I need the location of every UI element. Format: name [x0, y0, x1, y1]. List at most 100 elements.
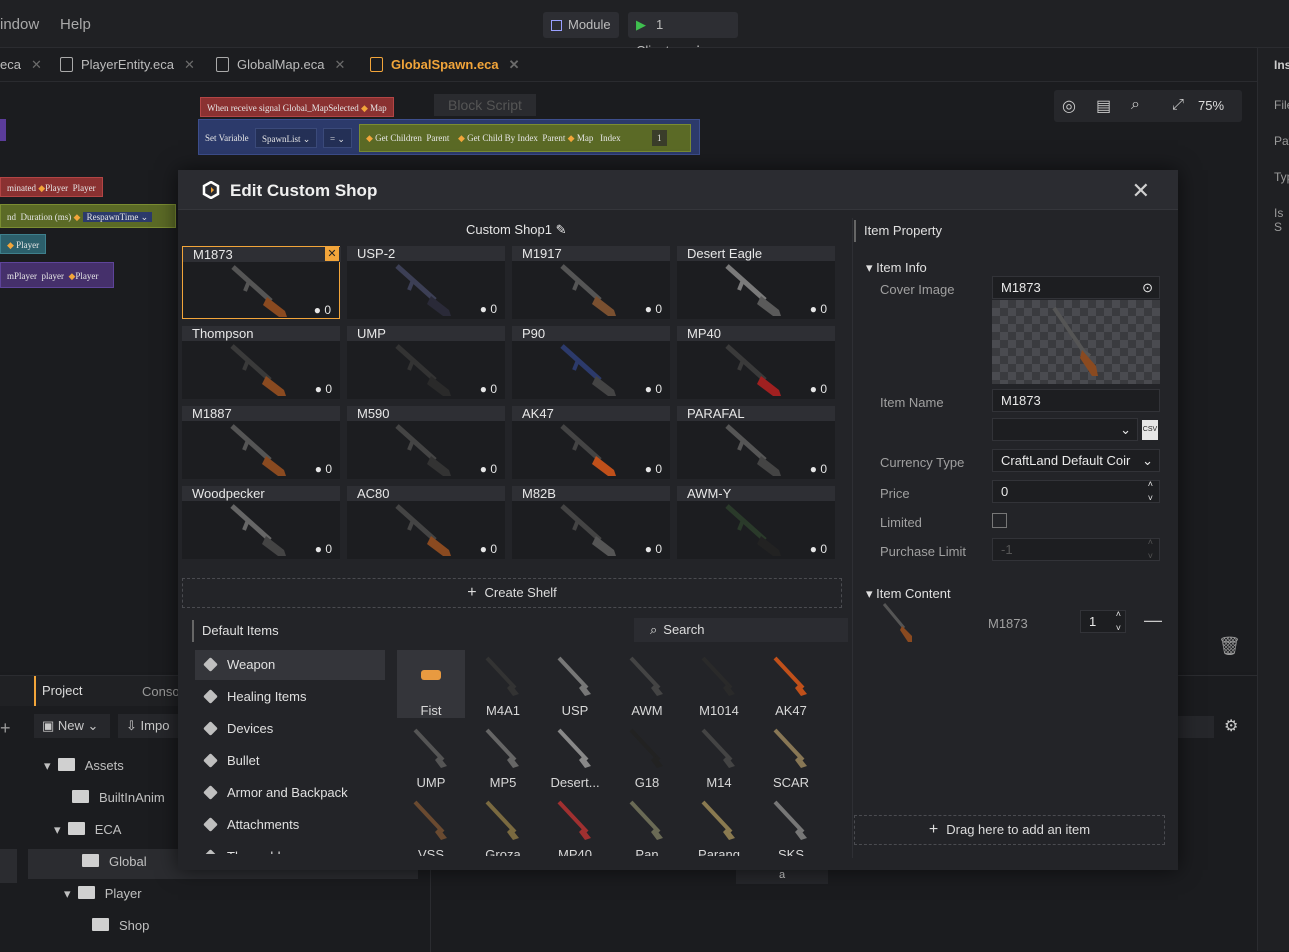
import-button[interactable]: ⇩ Impo: [118, 714, 178, 738]
index-value[interactable]: 1: [652, 130, 667, 146]
category-item[interactable]: Attachments: [195, 810, 385, 840]
target-icon[interactable]: ⊙: [1142, 277, 1153, 298]
respawn-select[interactable]: RespawnTime ⌄: [82, 212, 153, 222]
purchase-limit-input[interactable]: -1 ˄ ˅: [992, 535, 1160, 563]
close-icon[interactable]: ✕: [509, 57, 520, 72]
tree-item-shop[interactable]: Shop: [92, 918, 149, 933]
operator-select[interactable]: = ⌄: [323, 128, 352, 148]
remove-icon[interactable]: ✕: [325, 247, 339, 261]
default-item[interactable]: Pan: [613, 794, 681, 856]
shelf-item-card[interactable]: PARAFAL ● 0: [677, 406, 835, 479]
default-item[interactable]: AK47: [757, 650, 825, 718]
content-quantity-input[interactable]: 1 ˄ ˅: [1080, 607, 1126, 635]
close-icon[interactable]: ✕: [1132, 178, 1150, 204]
shop-name[interactable]: Custom Shop1 ✎: [466, 222, 567, 238]
shelf-item-card[interactable]: MP40 ● 0: [677, 326, 835, 399]
new-button[interactable]: ▣ New ⌄: [34, 714, 110, 738]
limited-checkbox[interactable]: [992, 513, 1007, 528]
gear-icon[interactable]: ⚙: [1224, 716, 1238, 736]
category-item[interactable]: Armor and Backpack: [195, 778, 385, 808]
name-select[interactable]: ⌄: [992, 418, 1138, 441]
shelf-item-card[interactable]: M1873 ● 0 ✕: [182, 246, 341, 319]
cover-image-field[interactable]: M1873 ⊙: [992, 276, 1160, 299]
drag-add-item-zone[interactable]: + Drag here to add an item: [854, 815, 1165, 845]
shelf-item-card[interactable]: M590 ● 0: [347, 406, 505, 479]
client-dropdown[interactable]: ▶1 Client⌄⋮: [628, 12, 738, 58]
close-icon[interactable]: ✕: [31, 57, 42, 72]
tab-globalmap[interactable]: GlobalMap.eca ✕: [216, 48, 345, 82]
shelf-item-card[interactable]: USP-2 ● 0: [347, 246, 505, 319]
category-item[interactable]: Healing Items: [195, 682, 385, 712]
default-item[interactable]: AWM: [613, 650, 681, 718]
tree-item-player[interactable]: ▾ Player: [64, 886, 142, 902]
module-button[interactable]: Module: [543, 12, 619, 38]
shelf-item-card[interactable]: AWM-Y ● 0: [677, 486, 835, 559]
event-block[interactable]: When receive signal Global_MapSelected ◆…: [200, 97, 394, 117]
set-variable-block[interactable]: Set Variable SpawnList ⌄ = ⌄ ◆ Get Child…: [198, 119, 700, 155]
tab-globalspawn[interactable]: GlobalSpawn.eca ✕: [370, 48, 520, 82]
default-item[interactable]: VSS: [397, 794, 465, 856]
tree-item-builtinanim[interactable]: BuiltInAnim: [72, 790, 165, 805]
default-item[interactable]: G18: [613, 722, 681, 790]
tree-item-eca[interactable]: ▾ ECA: [54, 822, 121, 838]
shelf-item-card[interactable]: M82B ● 0: [512, 486, 670, 559]
search-input[interactable]: ⌕ Search: [634, 618, 848, 642]
tab-console[interactable]: Conso: [142, 684, 180, 699]
default-item[interactable]: SCAR: [757, 722, 825, 790]
tree-item-global[interactable]: Global: [82, 854, 147, 869]
csv-icon[interactable]: CSV: [1142, 420, 1158, 440]
create-shelf-button[interactable]: + Create Shelf: [182, 578, 842, 608]
shelf-item-card[interactable]: Desert Eagle ● 0: [677, 246, 835, 319]
default-item[interactable]: Fist: [397, 650, 465, 718]
default-item[interactable]: Desert...: [541, 722, 609, 790]
zoom-level[interactable]: 75%: [1198, 98, 1224, 113]
player-var-block[interactable]: mPlayer player ◆Player: [0, 262, 114, 288]
default-item[interactable]: MP5: [469, 722, 537, 790]
player-block[interactable]: ◆ Player: [0, 234, 47, 254]
list-icon[interactable]: ▤: [1096, 96, 1111, 116]
default-item[interactable]: Parang: [685, 794, 753, 856]
default-item[interactable]: MP40: [541, 794, 609, 856]
tab-project[interactable]: Project: [34, 676, 134, 706]
stepper-icon[interactable]: ˄ ˅: [1148, 535, 1153, 563]
menu-window[interactable]: indow: [0, 16, 39, 33]
default-item[interactable]: UMP: [397, 722, 465, 790]
tree-item-assets[interactable]: ▾ Assets: [44, 758, 124, 774]
default-item[interactable]: M14: [685, 722, 753, 790]
stepper-icon[interactable]: ˄ ˅: [1116, 607, 1121, 635]
find-icon[interactable]: ⌕: [1131, 96, 1140, 114]
duration-block[interactable]: nd Duration (ms) ◆ RespawnTime ⌄: [0, 204, 176, 228]
default-item[interactable]: M1014: [685, 650, 753, 718]
default-item[interactable]: USP: [541, 650, 609, 718]
shelf-item-card[interactable]: Thompson ● 0: [182, 326, 340, 399]
item-content-section[interactable]: ▾ Item Content: [866, 586, 951, 602]
trash-icon[interactable]: 🗑: [1218, 636, 1241, 657]
tab-eca[interactable]: eca ✕: [0, 48, 42, 82]
category-item[interactable]: Throwable: [195, 842, 385, 854]
stepper-icon[interactable]: ˄ ˅: [1148, 477, 1153, 505]
search-box-stub[interactable]: [1178, 716, 1214, 738]
category-item[interactable]: Devices: [195, 714, 385, 744]
price-input[interactable]: 0 ˄ ˅: [992, 477, 1160, 505]
item-info-section[interactable]: ▾ Item Info: [866, 260, 927, 276]
close-icon[interactable]: ✕: [184, 57, 195, 72]
default-item[interactable]: Groza: [469, 794, 537, 856]
default-item[interactable]: SKS: [757, 794, 825, 856]
shelf-item-card[interactable]: AC80 ● 0: [347, 486, 505, 559]
edit-icon[interactable]: ✎: [556, 222, 567, 237]
shelf-item-card[interactable]: Woodpecker ● 0: [182, 486, 340, 559]
get-children-block[interactable]: ◆ Get Children Parent ◆ Get Child By Ind…: [359, 124, 691, 152]
shelf-item-card[interactable]: M1917 ● 0: [512, 246, 670, 319]
menu-help[interactable]: Help: [60, 16, 91, 33]
currency-type-select[interactable]: CraftLand Default Coir ⌄: [992, 449, 1160, 472]
target-icon[interactable]: ◎: [1062, 96, 1076, 116]
remove-icon[interactable]: —: [1144, 610, 1162, 631]
category-item[interactable]: Weapon: [195, 650, 385, 680]
shelf-item-card[interactable]: UMP ● 0: [347, 326, 505, 399]
variable-select[interactable]: SpawnList ⌄: [255, 128, 318, 148]
tab-playerentity[interactable]: PlayerEntity.eca ✕: [60, 48, 195, 82]
shelf-item-card[interactable]: AK47 ● 0: [512, 406, 670, 479]
add-icon[interactable]: +: [0, 718, 11, 739]
fit-icon[interactable]: ⤢: [1172, 96, 1184, 113]
shelf-item-card[interactable]: P90 ● 0: [512, 326, 670, 399]
